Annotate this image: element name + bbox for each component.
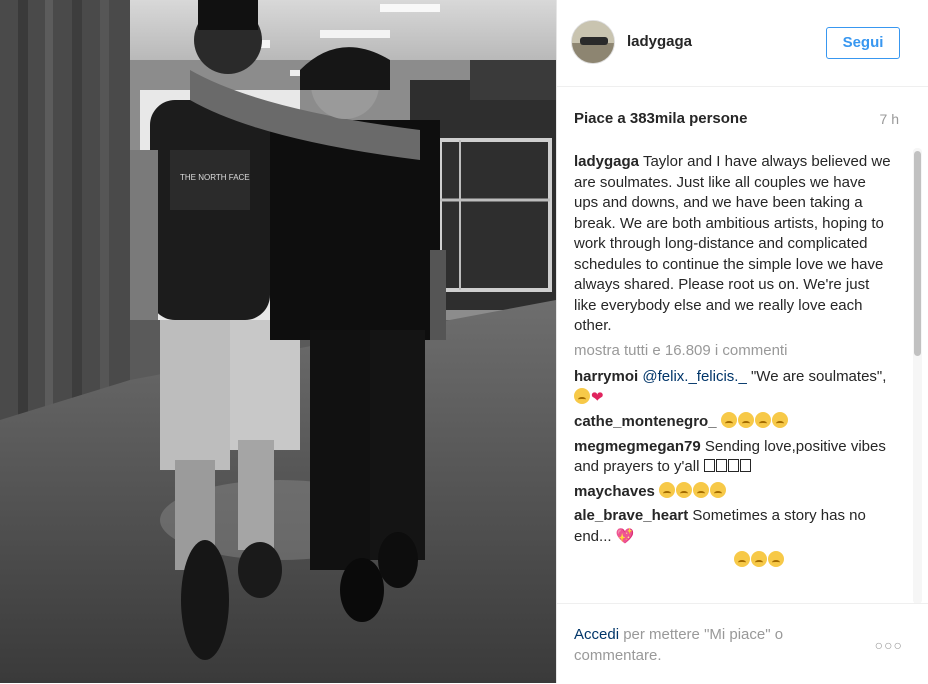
post-timestamp[interactable]: 7 h bbox=[880, 111, 899, 127]
crying-face-icon bbox=[574, 387, 590, 404]
comments-scrollbar[interactable] bbox=[913, 148, 922, 604]
crying-face-icon bbox=[659, 481, 676, 498]
comment-username[interactable]: cathe_montenegro_ bbox=[574, 413, 717, 430]
post-header: ladygaga Segui bbox=[557, 0, 928, 87]
crying-face-icon bbox=[710, 481, 727, 498]
missing-glyph-icon bbox=[715, 459, 727, 472]
red-heart-icon: ❤ bbox=[591, 388, 604, 406]
login-link[interactable]: Accedi bbox=[574, 626, 619, 643]
comment-item: cathe_montenegro_ bbox=[574, 412, 892, 433]
missing-glyph-icon bbox=[739, 459, 751, 472]
post-side-panel: ladygaga Segui Piace a 383mila persone 7… bbox=[556, 0, 928, 683]
caption: ladygaga Taylor and I have always believ… bbox=[574, 152, 892, 337]
crying-face-icon bbox=[693, 481, 710, 498]
likes-count[interactable]: Piace a 383mila persone bbox=[574, 110, 747, 127]
comments-list[interactable]: ladygaga Taylor and I have always believ… bbox=[574, 152, 892, 602]
login-prompt: Accedi per mettere "Mi piace" o commenta… bbox=[574, 624, 834, 666]
sparkling-heart-icon: 💖 bbox=[615, 527, 635, 545]
crying-face-icon bbox=[676, 481, 693, 498]
missing-glyph-icon bbox=[727, 459, 739, 472]
post-footer: Accedi per mettere "Mi piace" o commenta… bbox=[557, 603, 928, 684]
crying-face-icon bbox=[771, 412, 788, 428]
comment-item: maychaves bbox=[574, 481, 892, 503]
crying-face-icon bbox=[737, 412, 754, 428]
crying-face-icon bbox=[754, 412, 771, 428]
caption-text: Taylor and I have always believed we are… bbox=[574, 153, 891, 334]
crying-face-icon bbox=[734, 551, 750, 567]
scrollbar-thumb[interactable] bbox=[914, 151, 921, 356]
svg-text:THE NORTH FACE: THE NORTH FACE bbox=[180, 173, 250, 182]
post-photo[interactable]: THE NORTH FACE bbox=[0, 0, 556, 683]
missing-glyph-icon bbox=[703, 459, 715, 472]
caption-username[interactable]: ladygaga bbox=[574, 153, 639, 170]
more-comments-link[interactable]: mostra tutti e 16.809 i commenti bbox=[574, 341, 892, 362]
crying-face-icon bbox=[751, 551, 767, 567]
comment-username[interactable]: harrymoi bbox=[574, 368, 638, 385]
crying-face-icon bbox=[768, 551, 784, 567]
comment-item-partial bbox=[574, 551, 892, 572]
user-avatar[interactable] bbox=[571, 20, 615, 64]
crying-face-icon bbox=[720, 412, 737, 428]
comment-text: "We are soulmates", bbox=[746, 368, 887, 385]
ellipsis-icon[interactable]: ○○○ bbox=[875, 637, 903, 653]
comment-mention[interactable]: @felix._felicis._ bbox=[642, 368, 746, 385]
post-username[interactable]: ladygaga bbox=[627, 33, 692, 50]
comment-username[interactable]: ale_brave_heart bbox=[574, 507, 688, 524]
comment-username[interactable]: maychaves bbox=[574, 483, 655, 500]
comment-item: harrymoi @felix._felicis._ "We are soulm… bbox=[574, 367, 892, 408]
photo-illustration: THE NORTH FACE bbox=[0, 0, 556, 683]
comment-item: ale_brave_heart Sometimes a story has no… bbox=[574, 506, 892, 547]
comment-item: megmegmegan79 Sending love,positive vibe… bbox=[574, 437, 892, 478]
comment-username[interactable]: megmegmegan79 bbox=[574, 438, 701, 455]
avatar-image bbox=[572, 21, 614, 63]
follow-button[interactable]: Segui bbox=[826, 27, 900, 59]
